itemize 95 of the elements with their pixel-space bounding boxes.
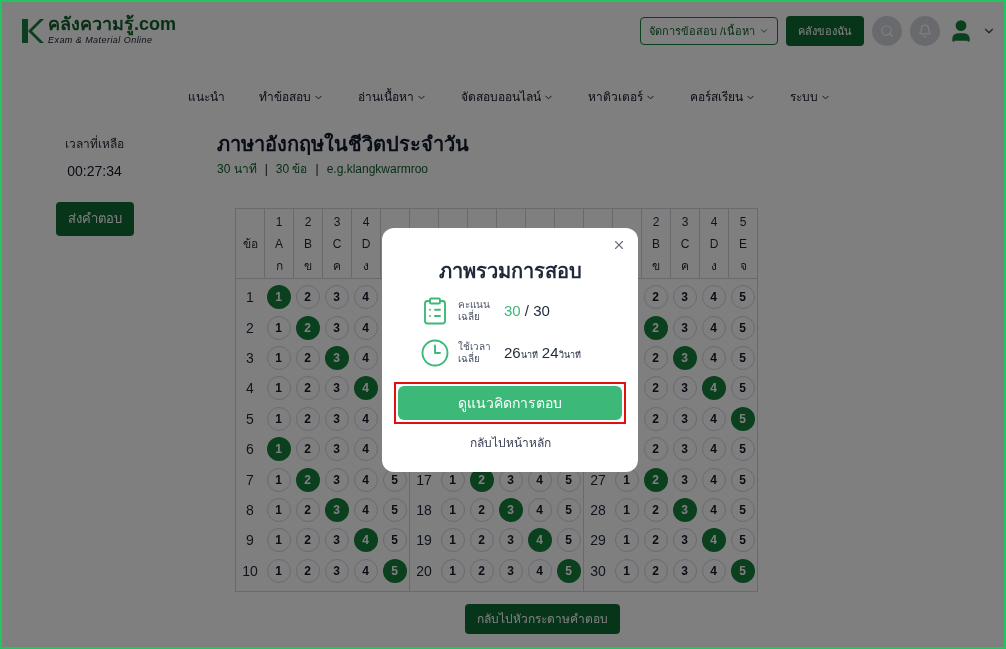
view-solutions-button[interactable]: ดูแนวคิดการตอบ <box>398 386 622 420</box>
column-thai-letter: ง <box>711 257 717 275</box>
column-letter: C <box>680 235 690 253</box>
dialog-title: ภาพรวมการสอบ <box>438 259 582 284</box>
back-to-top-button[interactable]: กลับไปหัวกระดาษคำตอบ <box>465 603 620 634</box>
score-label: คะแนน เฉลี่ย <box>458 299 491 323</box>
answer-bubble[interactable]: 4 <box>701 528 726 553</box>
caret-icon <box>759 26 769 36</box>
question-number: 27 <box>590 470 606 490</box>
answer-bubble[interactable]: 3 <box>324 497 349 522</box>
nav-item[interactable]: หาติวเตอร์ <box>588 88 656 106</box>
exam-meta: 30 ข้อ <box>275 161 308 178</box>
question-number: 19 <box>416 531 432 551</box>
clock-icon <box>420 338 450 368</box>
question-number: 7 <box>246 470 254 490</box>
question-number: 4 <box>246 379 254 399</box>
nav-item[interactable]: แนะนำ <box>188 88 225 106</box>
question-number: 10 <box>242 561 258 581</box>
timer-value: 00:27:34 <box>67 162 122 181</box>
answer-bubble[interactable]: 3 <box>672 497 697 522</box>
column-thai-letter: ค <box>333 257 341 275</box>
time-value: 26นาที 24วินาที <box>504 342 581 363</box>
answer-bubble[interactable]: 4 <box>527 528 552 553</box>
question-number: 2 <box>246 318 254 338</box>
column-number: 2 <box>652 213 660 231</box>
nav-item[interactable]: คอร์สเรียน <box>690 88 756 106</box>
answer-bubble[interactable]: 5 <box>556 558 581 583</box>
question-number: 17 <box>416 470 432 490</box>
manage-dropdown[interactable]: จัดการข้อสอบ /เนื้อหา <box>639 17 778 45</box>
nav-item[interactable]: ระบบ <box>790 88 831 106</box>
column-number: 5 <box>739 213 747 231</box>
answer-bubble[interactable]: 2 <box>295 467 320 492</box>
nav-item[interactable]: อ่านเนื้อหา <box>358 88 427 106</box>
close-icon[interactable] <box>612 238 626 252</box>
column-number: 4 <box>710 213 718 231</box>
answer-bubble[interactable]: 5 <box>730 558 755 583</box>
question-number: 20 <box>416 561 432 581</box>
logo-title: คลังความรู้.com <box>48 14 176 35</box>
question-number: 29 <box>590 531 606 551</box>
question-number: 18 <box>416 500 432 520</box>
question-number: 1 <box>246 288 254 308</box>
column-label: ข้อ <box>242 235 258 252</box>
column-thai-letter: ก <box>275 257 283 275</box>
answer-bubble[interactable]: 5 <box>730 406 755 431</box>
answer-bubble[interactable]: 1 <box>266 437 291 462</box>
column-number: 1 <box>275 213 283 231</box>
column-number: 4 <box>362 213 370 231</box>
column-thai-letter: ข <box>652 257 660 275</box>
question-number: 8 <box>246 500 254 520</box>
answer-bubble[interactable]: 2 <box>295 315 320 340</box>
question-number: 3 <box>246 348 254 368</box>
column-letter: D <box>709 235 719 253</box>
column-letter: A <box>275 235 283 253</box>
question-number: 28 <box>590 500 606 520</box>
column-letter: D <box>361 235 371 253</box>
submit-button[interactable]: ส่งคำตอบ <box>55 202 134 236</box>
nav-item[interactable]: ทำข้อสอบ <box>259 88 324 106</box>
question-number: 5 <box>246 409 254 429</box>
answer-bubble[interactable]: 3 <box>498 497 523 522</box>
answer-bubble[interactable]: 4 <box>701 376 726 401</box>
answer-bubble[interactable]: 2 <box>643 467 668 492</box>
column-number: 3 <box>681 213 689 231</box>
exam-title: ภาษาอังกฤษในชีวิตประจำวัน <box>217 132 470 156</box>
column-letter: B <box>304 235 312 253</box>
exam-meta: 30 นาที <box>217 161 257 178</box>
answer-bubble[interactable]: 3 <box>672 345 697 370</box>
logo-icon <box>20 17 44 45</box>
answer-bubble[interactable]: 2 <box>643 315 668 340</box>
answer-bubble[interactable]: 4 <box>353 376 378 401</box>
separator: | <box>264 161 268 178</box>
logo-subtitle: Exam & Material Online <box>48 35 153 48</box>
answer-bubble[interactable]: 3 <box>324 345 349 370</box>
time-label: ใช้เวลา เฉลี่ย <box>458 341 492 365</box>
column-letter: E <box>739 235 747 253</box>
column-thai-letter: ค <box>681 257 689 275</box>
my-library-button[interactable]: คลังของฉัน <box>786 16 864 46</box>
column-number: 3 <box>333 213 341 231</box>
column-letter: C <box>332 235 342 253</box>
separator: | <box>315 161 319 178</box>
column-letter: B <box>652 235 660 253</box>
column-thai-letter: จ <box>739 257 747 275</box>
answer-bubble[interactable]: 5 <box>382 558 407 583</box>
answer-bubble[interactable]: 4 <box>353 528 378 553</box>
question-number: 6 <box>246 440 254 460</box>
question-number: 9 <box>246 531 254 551</box>
answer-bubble[interactable]: 1 <box>266 285 291 310</box>
score-value: 30 / 30 <box>504 300 550 321</box>
column-thai-letter: ง <box>363 257 369 275</box>
exam-meta: e.g.klangkwarmroo <box>326 161 428 178</box>
timer-label: เวลาที่เหลือ <box>65 135 124 153</box>
back-home-link[interactable]: กลับไปหน้าหลัก <box>469 434 551 452</box>
column-thai-letter: ข <box>304 257 312 275</box>
nav-item[interactable]: จัดสอบออนไลน์ <box>461 88 554 106</box>
column-number: 2 <box>304 213 312 231</box>
question-number: 30 <box>590 561 606 581</box>
